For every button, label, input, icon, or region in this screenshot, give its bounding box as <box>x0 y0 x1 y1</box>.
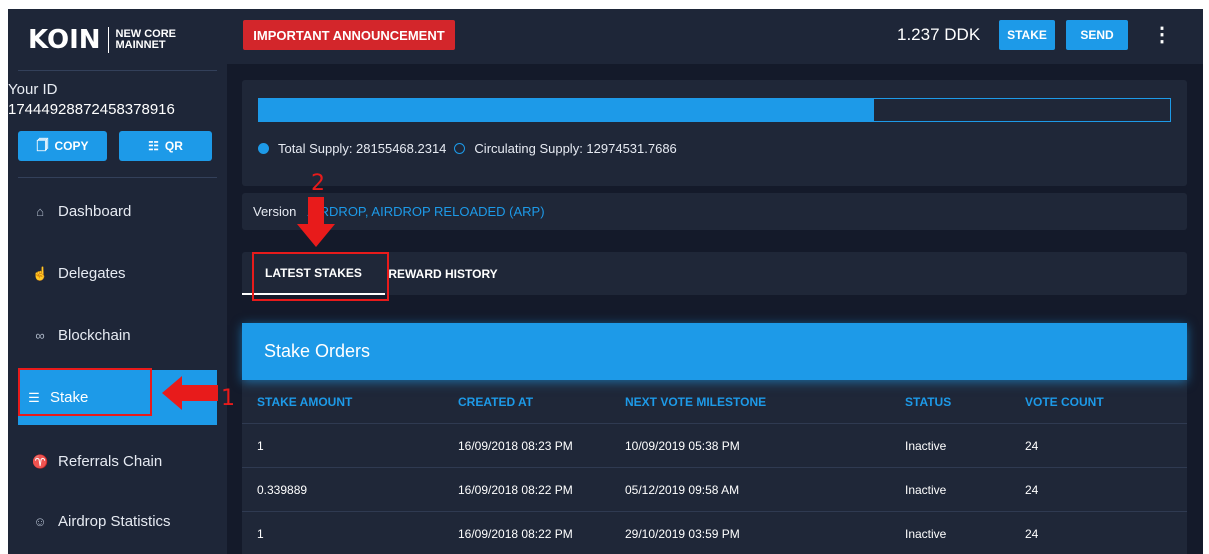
tab-reward-history[interactable]: REWARD HISTORY <box>387 252 499 295</box>
supply-progress-bar <box>258 98 1171 122</box>
qr-code-icon: ☷ <box>148 139 159 153</box>
sidebar-item-dashboard[interactable]: ⌂ Dashboard <box>18 184 217 239</box>
table-header-row: STAKE AMOUNT CREATED AT NEXT VOTE MILEST… <box>242 380 1187 424</box>
version-card: Version AIRDROP, AIRDROP RELOADED (ARP) <box>242 193 1187 230</box>
brand-tagline: NEW CORE MAINNET <box>116 29 177 51</box>
column-header[interactable]: VOTE COUNT <box>1025 380 1104 423</box>
copy-icon: 🗍 <box>36 137 49 152</box>
balance: 1.237 DDK <box>897 25 981 44</box>
column-header[interactable]: CREATED AT <box>458 380 533 423</box>
created-at-cell: 16/09/2018 08:22 PM <box>458 482 573 497</box>
home-icon: ⌂ <box>36 204 44 219</box>
qr-label: QR <box>164 139 183 153</box>
copy-button[interactable]: 🗍 COPY <box>18 131 107 161</box>
sidebar-item-blockchain[interactable]: ∞ Blockchain <box>18 308 217 363</box>
brand-name: KOIN <box>28 25 101 55</box>
link-icon: ∞ <box>35 328 45 343</box>
annotation-highlight-latest-stakes <box>252 252 389 301</box>
sidebar-item-airdrop-statistics[interactable]: ☺ Airdrop Statistics <box>18 494 217 549</box>
annotation-arrow-down <box>297 197 335 247</box>
sidebar-item-label: Delegates <box>58 265 126 282</box>
next-vote-milestone-cell: 05/12/2019 09:58 AM <box>625 482 740 497</box>
total-supply-label: Total Supply: 28155468.2314 <box>278 141 447 156</box>
status-cell: Inactive <box>905 438 947 453</box>
annotation-step-2: 2 <box>311 171 325 196</box>
stake-amount-cell: 0.339889 <box>257 482 308 497</box>
status-cell: Inactive <box>905 526 947 541</box>
user-plus-icon: ☺ <box>33 514 47 529</box>
circulating-supply-label: Circulating Supply: 12974531.7686 <box>474 141 677 156</box>
sidebar-item-label: Referrals Chain <box>58 453 163 470</box>
divider <box>18 70 217 71</box>
column-header[interactable]: STAKE AMOUNT <box>257 380 352 423</box>
supply-progress-fill <box>259 99 874 121</box>
sidebar-item-label: Airdrop Statistics <box>58 513 171 530</box>
account-id: 17444928872458378916 <box>8 101 175 118</box>
created-at-cell: 16/09/2018 08:23 PM <box>458 438 573 453</box>
stake-button[interactable]: STAKE <box>999 20 1055 50</box>
stake-orders-title: Stake Orders <box>242 323 1187 380</box>
logo-divider <box>107 27 109 53</box>
version-value: AIRDROP, AIRDROP RELOADED (ARP) <box>307 204 545 219</box>
divider <box>18 177 217 178</box>
announcement-button[interactable]: IMPORTANT ANNOUNCEMENT <box>243 20 455 50</box>
circulating-supply-dot <box>454 143 466 154</box>
next-vote-milestone-cell: 10/09/2019 05:38 PM <box>625 438 740 453</box>
vote-count-cell: 24 <box>1025 438 1039 453</box>
sidebar-item-label: Blockchain <box>58 327 131 344</box>
sidebar: KOIN NEW CORE MAINNET Your ID 1744492887… <box>8 9 227 554</box>
sidebar-item-referrals-chain[interactable]: ♈ Referrals Chain <box>18 434 217 489</box>
column-header[interactable]: NEXT VOTE MILESTONE <box>625 380 766 423</box>
sidebar-item-label: Dashboard <box>58 203 132 220</box>
logo[interactable]: KOIN NEW CORE MAINNET <box>28 25 176 55</box>
table-row: 1 16/09/2018 08:22 PM 29/10/2019 03:59 P… <box>242 512 1187 554</box>
version-label: Version <box>253 204 297 219</box>
annotation-highlight-stake <box>18 368 152 416</box>
thumbs-up-icon: ☝ <box>32 265 49 281</box>
copy-label: COPY <box>54 139 89 153</box>
vote-count-cell: 24 <box>1025 482 1039 497</box>
table-row: 1 16/09/2018 08:23 PM 10/09/2019 05:38 P… <box>242 424 1187 468</box>
more-options-icon[interactable]: ⋮ <box>1152 22 1172 47</box>
your-id-label: Your ID <box>8 81 58 98</box>
stake-amount-cell: 1 <box>257 438 264 453</box>
column-header[interactable]: STATUS <box>905 380 951 423</box>
supply-card: Total Supply: 28155468.2314 Circulating … <box>242 80 1187 186</box>
top-bar: IMPORTANT ANNOUNCEMENT 1.237 DDK STAKE S… <box>227 9 1203 64</box>
stake-orders-table: Stake Orders STAKE AMOUNT CREATED AT NEX… <box>242 323 1187 554</box>
annotation-step-1: 1 <box>221 386 235 411</box>
send-button[interactable]: SEND <box>1066 20 1128 50</box>
sitemap-icon: ♈ <box>32 453 49 469</box>
stake-amount-cell: 1 <box>257 526 264 541</box>
sidebar-item-delegates[interactable]: ☝ Delegates <box>18 246 217 301</box>
table-row: 0.339889 16/09/2018 08:22 PM 05/12/2019 … <box>242 468 1187 512</box>
brand-tagline-line2: MAINNET <box>115 39 166 51</box>
vote-count-cell: 24 <box>1025 526 1039 541</box>
next-vote-milestone-cell: 29/10/2019 03:59 PM <box>625 526 740 541</box>
created-at-cell: 16/09/2018 08:22 PM <box>458 526 573 541</box>
total-supply-dot <box>258 143 269 154</box>
qr-button[interactable]: ☷ QR <box>119 131 212 161</box>
annotation-arrow-left <box>162 376 218 410</box>
supply-legend: Total Supply: 28155468.2314 Circulating … <box>258 141 677 156</box>
app-window: KOIN NEW CORE MAINNET Your ID 1744492887… <box>8 9 1203 554</box>
status-cell: Inactive <box>905 482 947 497</box>
